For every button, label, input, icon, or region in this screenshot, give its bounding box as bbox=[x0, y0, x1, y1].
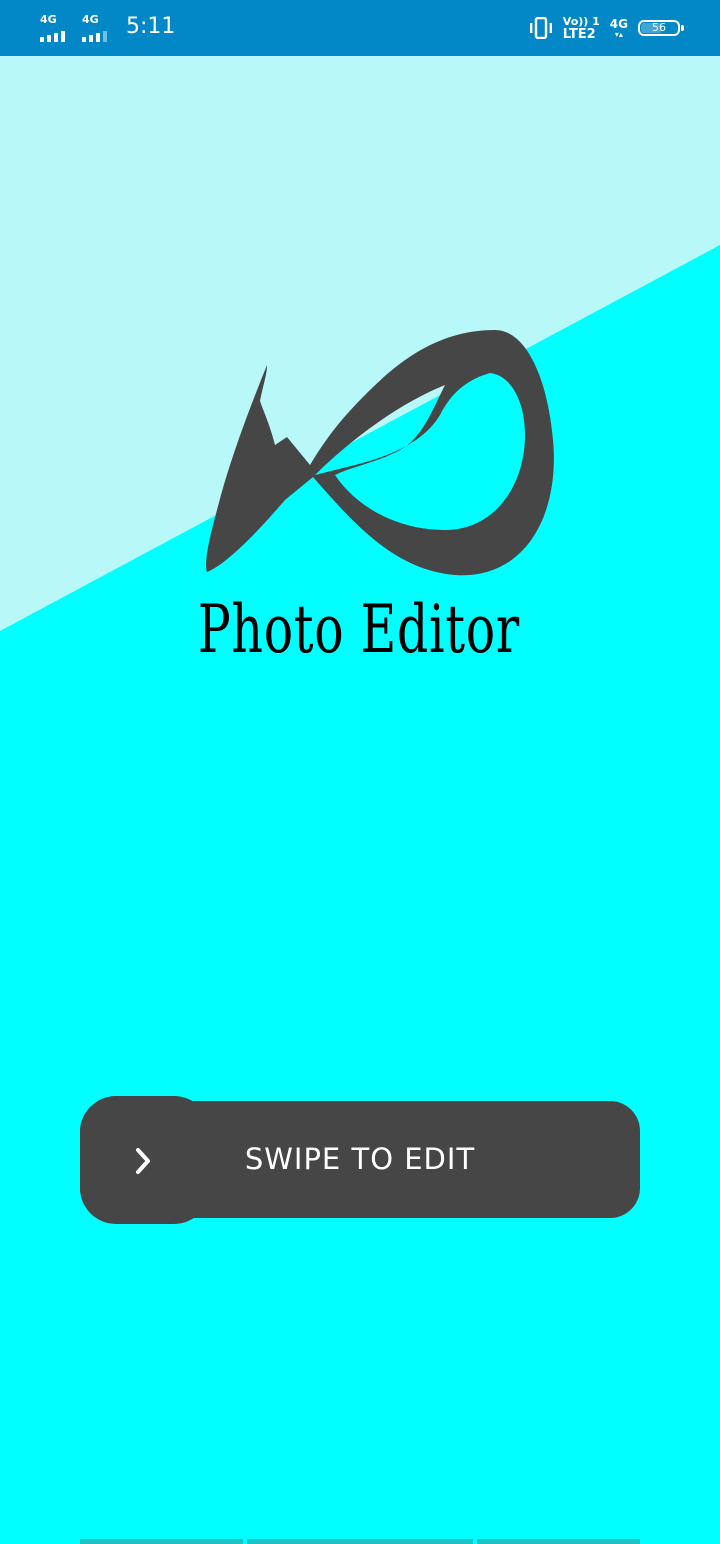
sim1-network-label: 4G bbox=[40, 13, 57, 26]
sim1-signal: 4G bbox=[40, 14, 72, 42]
battery-icon: 56 bbox=[638, 20, 684, 36]
logo-text: Photo Editor bbox=[197, 591, 520, 668]
photo-editor-logo-icon bbox=[206, 330, 554, 576]
data-arrows-icon: ▾▴ bbox=[614, 30, 623, 39]
vibrate-icon bbox=[529, 17, 552, 39]
sim2-network-label: 4G bbox=[82, 13, 99, 26]
volte-indicator: Vo)) 1 LTE2 bbox=[563, 15, 600, 41]
sim2-signal: 4G bbox=[82, 14, 114, 42]
clock: 5:11 bbox=[126, 14, 176, 39]
status-bar-left: 4G 4G 5:11 bbox=[40, 10, 175, 42]
bottom-indicator bbox=[0, 1538, 720, 1544]
data-network-label: 4G bbox=[609, 17, 628, 31]
status-bar: 4G 4G 5:11 Vo)) 1 LTE2 4G ▾▴ 56 bbox=[0, 0, 720, 56]
background-diagonal bbox=[0, 56, 720, 1544]
data-network-indicator: 4G ▾▴ bbox=[610, 17, 628, 39]
battery-level: 56 bbox=[652, 21, 666, 34]
swipe-label: SWIPE TO EDIT bbox=[244, 1142, 476, 1176]
status-bar-right: Vo)) 1 LTE2 4G ▾▴ 56 bbox=[529, 13, 684, 43]
volte-bottom-label: LTE2 bbox=[562, 27, 596, 42]
sim2-signal-bars-icon bbox=[82, 31, 107, 42]
sim1-signal-bars-icon bbox=[40, 31, 65, 42]
